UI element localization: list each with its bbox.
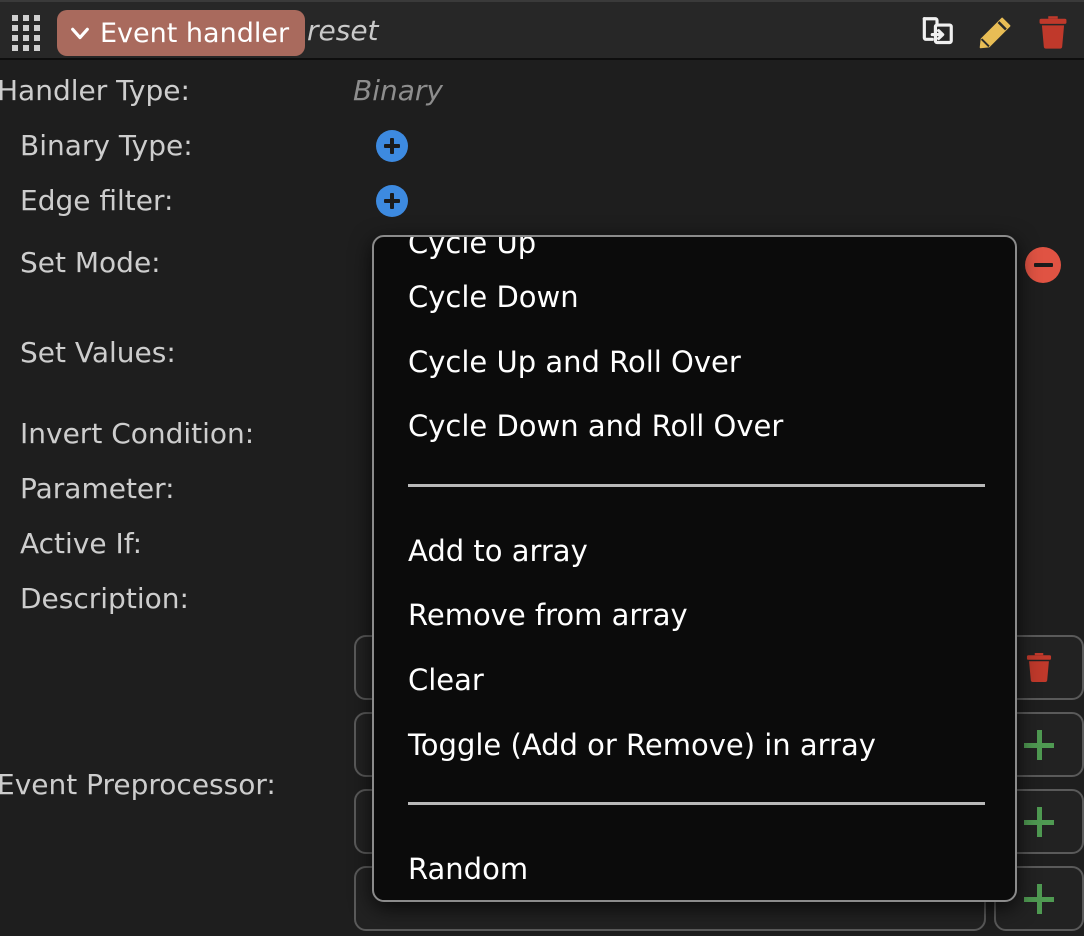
menu-item-toggle-in-array[interactable]: Toggle (Add or Remove) in array bbox=[408, 731, 876, 760]
label-invert-condition: Invert Condition: bbox=[20, 417, 255, 450]
add-binary-type-button[interactable] bbox=[376, 130, 408, 162]
menu-item-remove-from-array[interactable]: Remove from array bbox=[408, 601, 688, 630]
label-event-preprocessor: Event Preprocessor: bbox=[0, 768, 276, 801]
label-edge-filter: Edge filter: bbox=[20, 184, 174, 217]
trash-icon bbox=[1026, 652, 1052, 682]
label-handler-type: Handler Type: bbox=[0, 74, 190, 107]
menu-item-random[interactable]: Random bbox=[408, 855, 528, 884]
label-description: Description: bbox=[20, 582, 189, 615]
label-active-if: Active If: bbox=[20, 527, 143, 560]
label-parameter: Parameter: bbox=[20, 472, 175, 505]
plus-icon bbox=[1024, 729, 1054, 760]
set-mode-dropdown-menu: Cycle Up Cycle Down Cycle Up and Roll Ov… bbox=[372, 235, 1017, 902]
menu-separator-1 bbox=[408, 484, 985, 487]
value-handler-type: Binary bbox=[353, 74, 443, 107]
grid-handle-icon[interactable] bbox=[12, 15, 40, 51]
event-handler-panel: Event handler reset Handler Type: Binary… bbox=[0, 0, 1084, 936]
node-type-pill[interactable]: Event handler bbox=[57, 10, 306, 56]
remove-set-mode-button[interactable] bbox=[1025, 247, 1061, 283]
node-type-label: Event handler bbox=[100, 17, 290, 49]
plus-icon bbox=[1024, 883, 1054, 914]
menu-item-cycle-up[interactable]: Cycle Up bbox=[408, 237, 536, 258]
plus-icon bbox=[1024, 806, 1054, 837]
chevron-down-icon bbox=[71, 27, 89, 40]
node-header-bar: Event handler reset bbox=[0, 0, 1084, 60]
duplicate-icon[interactable] bbox=[918, 14, 956, 52]
header-actions bbox=[918, 10, 1072, 56]
label-set-values: Set Values: bbox=[20, 336, 176, 369]
label-binary-type: Binary Type: bbox=[20, 129, 193, 162]
menu-item-add-to-array[interactable]: Add to array bbox=[408, 537, 588, 566]
menu-item-cycle-up-roll-over[interactable]: Cycle Up and Roll Over bbox=[408, 348, 741, 377]
menu-item-clear[interactable]: Clear bbox=[408, 666, 484, 695]
menu-item-cycle-down[interactable]: Cycle Down bbox=[408, 283, 579, 312]
menu-item-cycle-down-roll-over[interactable]: Cycle Down and Roll Over bbox=[408, 412, 783, 441]
menu-separator-2 bbox=[408, 802, 985, 805]
node-name[interactable]: reset bbox=[307, 14, 379, 47]
label-set-mode: Set Mode: bbox=[20, 246, 161, 279]
pencil-icon[interactable] bbox=[976, 14, 1014, 52]
add-edge-filter-button[interactable] bbox=[376, 185, 408, 217]
trash-icon[interactable] bbox=[1034, 14, 1072, 52]
